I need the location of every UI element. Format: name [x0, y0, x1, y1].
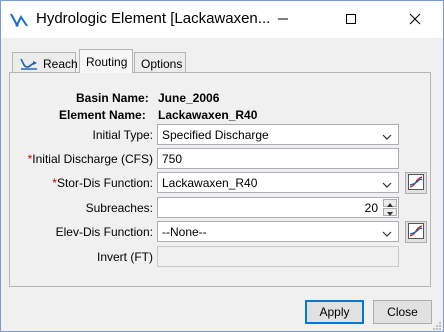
basin-name-label: Basin Name:	[76, 91, 149, 105]
plot-icon	[408, 222, 424, 242]
stor-dis-label-group: *Stor-Dis Function:	[52, 176, 153, 190]
tab-reach-label: Reach	[43, 56, 78, 71]
element-name-label: Element Name:	[59, 108, 146, 122]
apply-button-label: Apply	[319, 305, 350, 319]
initial-type-label: Initial Type:	[92, 128, 153, 142]
elev-dis-select[interactable]: --None--	[157, 221, 399, 242]
tab-options-label: Options	[141, 56, 183, 71]
stor-dis-select[interactable]: Lackawaxen_R40	[157, 172, 399, 193]
initial-type-select[interactable]: Specified Discharge	[157, 124, 399, 145]
elev-dis-plot-button[interactable]	[405, 221, 427, 243]
close-button-label: Close	[387, 305, 418, 319]
title-bar[interactable]: Hydrologic Element [Lackawaxen...	[0, 0, 444, 38]
tab-reach[interactable]: Reach	[12, 52, 78, 74]
basin-name-value: June_2006	[158, 91, 220, 105]
tab-routing[interactable]: Routing	[79, 49, 133, 73]
spin-buttons	[383, 199, 397, 216]
spin-down-icon	[387, 205, 393, 219]
stor-dis-plot-button[interactable]	[405, 172, 427, 194]
hydrologic-element-icon	[10, 11, 28, 29]
initial-discharge-value: 750	[162, 151, 183, 166]
subreaches-label: Subreaches:	[85, 201, 153, 215]
stor-dis-value: Lackawaxen_R40	[162, 175, 258, 190]
subreaches-spinner[interactable]: 20	[157, 197, 399, 218]
chevron-down-icon	[382, 227, 392, 237]
chevron-down-icon	[382, 130, 392, 140]
maximize-button[interactable]	[328, 1, 374, 37]
tab-routing-label: Routing	[86, 54, 128, 69]
resize-grip-icon[interactable]	[432, 320, 442, 330]
window-title: Hydrologic Element [Lackawaxen...	[36, 10, 271, 27]
initial-discharge-label-group: *Initial Discharge (CFS)	[28, 152, 153, 166]
elev-dis-label: Elev-Dis Function:	[55, 225, 153, 239]
elev-dis-value: --None--	[162, 224, 207, 239]
minimize-icon	[277, 13, 289, 25]
spin-down-button[interactable]	[383, 208, 397, 216]
initial-discharge-input[interactable]: 750	[157, 148, 399, 169]
chevron-down-icon	[382, 178, 392, 188]
close-button[interactable]: Close	[373, 300, 432, 324]
initial-discharge-label: Initial Discharge (CFS)	[32, 152, 153, 166]
close-icon	[409, 13, 421, 25]
maximize-icon	[345, 13, 357, 25]
reach-icon	[19, 57, 39, 71]
invert-label: Invert (FT)	[97, 250, 153, 264]
apply-button[interactable]: Apply	[305, 300, 364, 324]
element-name-value: Lackawaxen_R40	[158, 108, 258, 122]
initial-type-value: Specified Discharge	[162, 127, 269, 142]
plot-icon	[408, 173, 424, 193]
subreaches-value: 20	[364, 201, 378, 215]
tab-options[interactable]: Options	[134, 52, 186, 74]
minimize-button[interactable]	[260, 1, 306, 37]
close-window-button[interactable]	[392, 1, 438, 37]
invert-input[interactable]	[157, 246, 399, 267]
stor-dis-label: Stor-Dis Function:	[56, 176, 153, 190]
